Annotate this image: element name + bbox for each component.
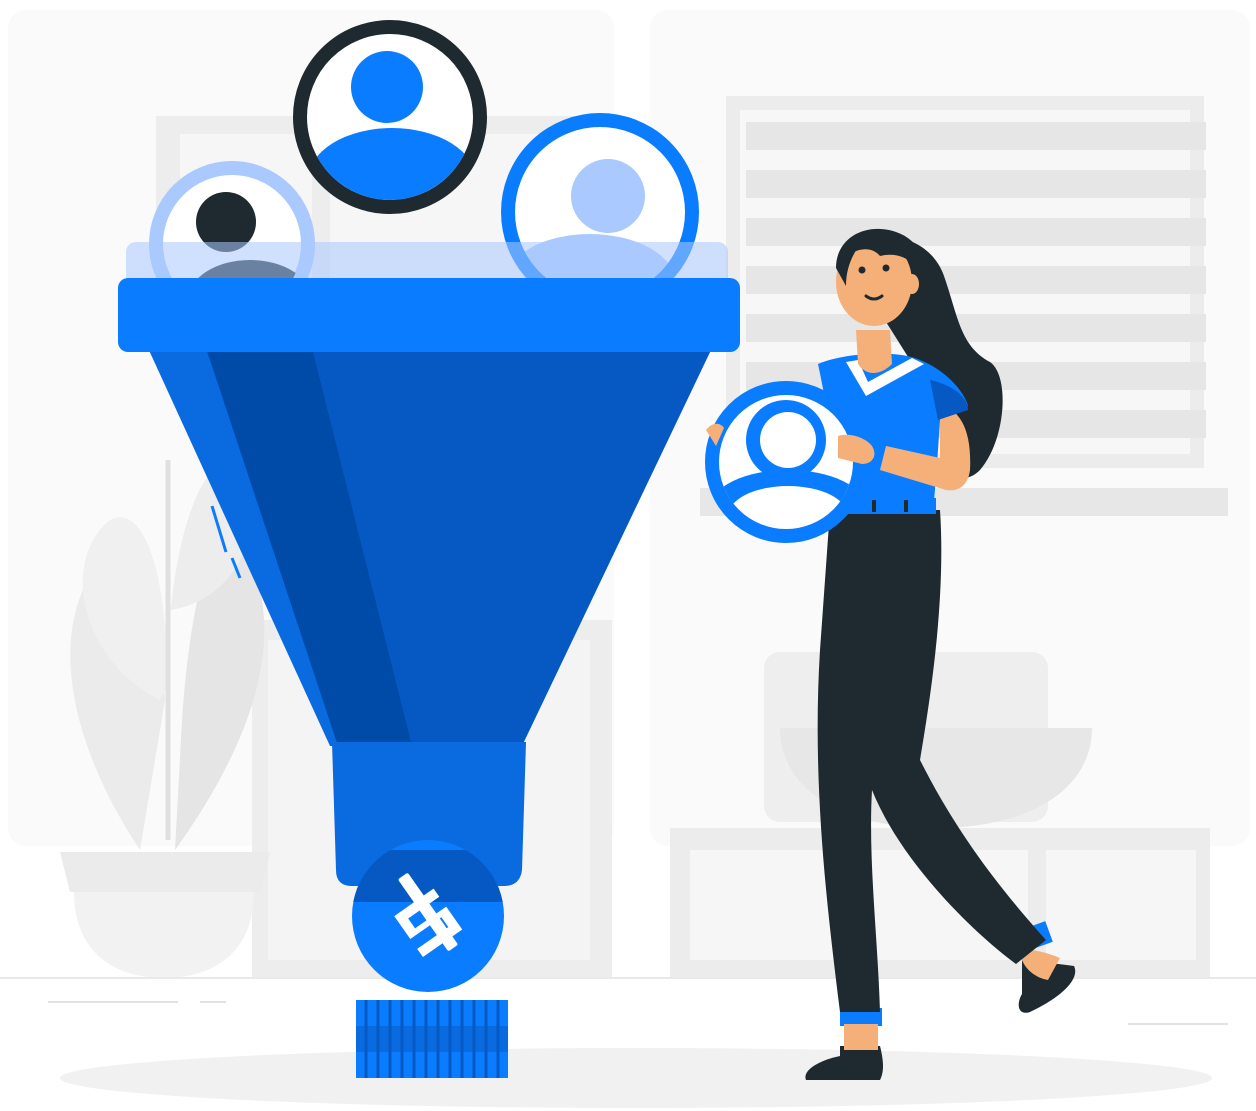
floor <box>0 977 1256 1108</box>
coin-stack-icon <box>356 1000 508 1078</box>
sales-funnel-illustration <box>0 0 1256 1111</box>
